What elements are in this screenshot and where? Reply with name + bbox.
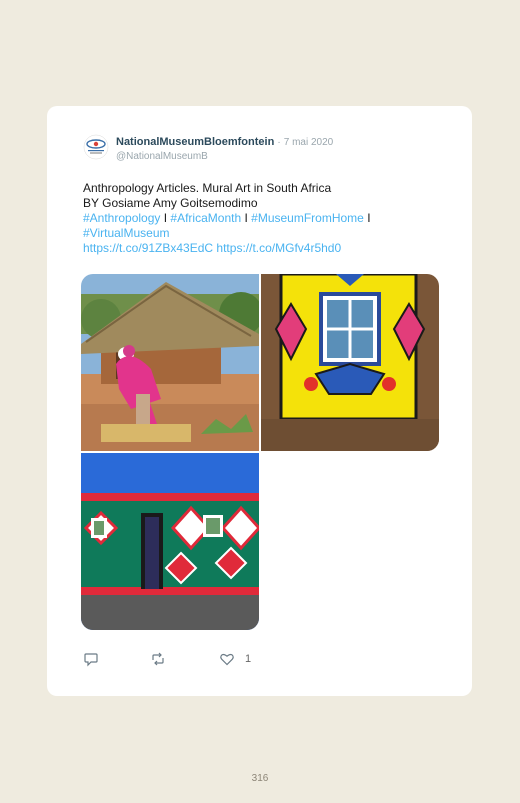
tweet-card[interactable]: NationalMuseumBloemfontein · 7 mai 2020 … — [47, 106, 472, 696]
hashtag-africamonth[interactable]: #AfricaMonth — [170, 211, 241, 225]
avatar[interactable] — [83, 134, 109, 160]
hashtag-virtualmuseum[interactable]: #VirtualMuseum — [83, 226, 169, 240]
hut-woman-photo-icon — [81, 274, 259, 451]
divider: I — [244, 211, 248, 225]
hashtag-anthropology[interactable]: #Anthropology — [83, 211, 160, 225]
museum-logo-icon — [83, 134, 109, 160]
link-line: https://t.co/91ZBx43EdC https://t.co/MGf… — [83, 241, 433, 256]
reply-button[interactable] — [83, 651, 99, 667]
photo-painted-wall[interactable] — [81, 453, 259, 630]
date-separator: · — [277, 137, 281, 148]
tweet-link-2[interactable]: https://t.co/MGfv4r5hd0 — [216, 241, 341, 255]
divider: I — [367, 211, 371, 225]
author-block: NationalMuseumBloemfontein · 7 mai 2020 … — [116, 136, 333, 162]
tweet-line-2: BY Gosiame Amy Goitsemodimo — [83, 196, 258, 210]
image-gallery — [81, 274, 439, 630]
tweet-date[interactable]: 7 mai 2020 — [284, 137, 333, 148]
page-number: 316 — [251, 773, 269, 784]
painted-wall-photo-icon — [81, 453, 259, 630]
hashtag-line: #Anthropology I #AfricaMonth I #MuseumFr… — [83, 211, 433, 226]
painted-window-photo-icon — [261, 274, 439, 451]
hashtag-line-2: #VirtualMuseum — [83, 226, 433, 241]
divider: I — [163, 211, 168, 225]
tweet-link-1[interactable]: https://t.co/91ZBx43EdC — [83, 241, 213, 255]
like-button[interactable]: 1 — [219, 651, 251, 667]
heart-icon — [220, 653, 234, 666]
retweet-button[interactable] — [150, 651, 166, 667]
like-count: 1 — [245, 653, 252, 665]
photo-painted-window[interactable] — [261, 274, 439, 451]
author-name[interactable]: NationalMuseumBloemfontein — [116, 136, 274, 148]
tweet-line-1: Anthropology Articles. Mural Art in Sout… — [83, 181, 332, 195]
photo-hut-woman[interactable] — [81, 274, 259, 451]
retweet-icon — [152, 652, 164, 666]
tweet-text: Anthropology Articles. Mural Art in Sout… — [83, 181, 433, 256]
hashtag-museumfromhome[interactable]: #MuseumFromHome — [251, 211, 364, 225]
reply-icon — [84, 653, 98, 667]
author-handle[interactable]: @NationalMuseumB — [116, 151, 333, 162]
tweet-actions: 1 — [83, 651, 423, 669]
